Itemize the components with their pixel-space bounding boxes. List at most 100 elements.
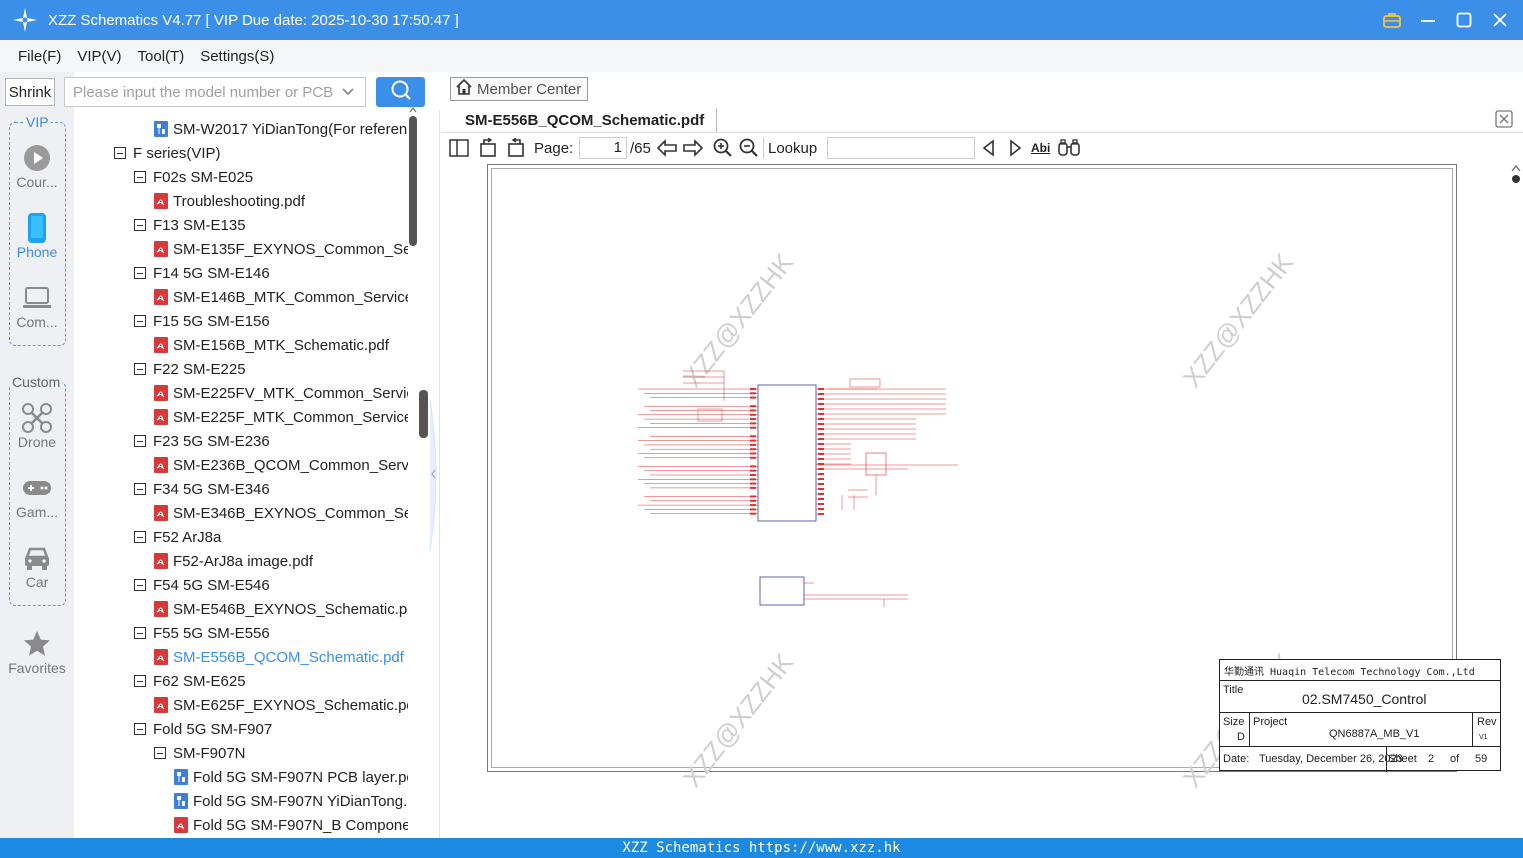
collapse-icon	[134, 675, 146, 687]
zoom-out-icon[interactable]	[739, 138, 759, 158]
sidebar-item-game[interactable]: Gam...	[0, 472, 74, 520]
tree-file[interactable]: SM-E135F_EXYNOS_Common_Serv	[154, 237, 408, 261]
tree-file[interactable]: SM-E346B_EXYNOS_Common_Serv	[154, 501, 408, 525]
viewer-scrollbar[interactable]	[1509, 162, 1523, 838]
tree-file[interactable]: SM-E546B_EXYNOS_Schematic.pdf	[154, 597, 408, 621]
tree-file[interactable]: Fold 5G SM-F907N PCB layer.pc	[174, 765, 408, 789]
tree-file[interactable]: Fold 5G SM-F907N YiDianTong.	[174, 789, 407, 813]
sidebar-item-car[interactable]: Car	[0, 542, 74, 590]
pdf-file-icon	[154, 601, 168, 617]
minimize-icon[interactable]	[1417, 9, 1439, 31]
tree-file[interactable]: SM-W2017 YiDianTong(For referen	[154, 117, 407, 141]
rev-label: Rev	[1477, 716, 1497, 728]
tree-scroll-thumb[interactable]	[409, 116, 417, 246]
tree-folder[interactable]: F52 ArJ8a	[134, 525, 221, 549]
tree-folder[interactable]: F55 5G SM-E556	[134, 621, 270, 645]
member-center-button[interactable]: Member Center	[450, 77, 588, 101]
find-previous-icon[interactable]	[981, 138, 997, 158]
tree-file[interactable]: SM-E225FV_MTK_Common_Service	[154, 381, 408, 405]
pdf-file-icon	[154, 193, 168, 209]
app-logo-icon	[12, 7, 38, 33]
tree-folder[interactable]: F23 5G SM-E236	[134, 429, 270, 453]
tree-file[interactable]: Troubleshooting.pdf	[154, 189, 305, 213]
tree-file[interactable]: SM-E236B_QCOM_Common_Servic	[154, 453, 408, 477]
close-tab-icon[interactable]	[1495, 110, 1513, 128]
previous-page-icon[interactable]	[656, 138, 678, 158]
play-circle-icon	[23, 142, 51, 174]
tree-folder[interactable]: F54 5G SM-E546	[134, 573, 270, 597]
sheet-value: 2	[1428, 753, 1435, 765]
binoculars-icon[interactable]	[1058, 138, 1080, 158]
sidebar-item-drone[interactable]: Drone	[0, 402, 74, 450]
tree-folder[interactable]: F22 SM-E225	[134, 357, 246, 381]
collapse-icon	[134, 267, 146, 279]
tree-item-label: F series(VIP)	[133, 144, 221, 162]
maximize-icon[interactable]	[1453, 9, 1475, 31]
find-next-icon[interactable]	[1007, 138, 1023, 158]
shrink-button[interactable]: Shrink	[5, 78, 55, 106]
vip-briefcase-icon[interactable]	[1381, 9, 1403, 31]
tree-item-label: SM-E135F_EXYNOS_Common_Serv	[173, 240, 408, 258]
tree-folder[interactable]: F34 5G SM-E346	[134, 477, 270, 501]
sidebar-item-favorites[interactable]: Favorites	[0, 628, 74, 676]
tree-file[interactable]: SM-E556B_QCOM_Schematic.pdf	[154, 645, 404, 669]
car-icon	[23, 542, 51, 574]
gamepad-icon	[22, 472, 52, 504]
model-search-input[interactable]: Please input the model number or PCB	[64, 77, 366, 107]
rotate-right-icon[interactable]	[505, 138, 525, 158]
tree-folder[interactable]: F series(VIP)	[114, 141, 221, 165]
collapse-icon	[134, 435, 146, 447]
tree-item-label: F54 5G SM-E546	[153, 576, 270, 594]
tree-file[interactable]: SM-E625F_EXYNOS_Schematic.pdf	[154, 693, 408, 717]
panel-splitter[interactable]	[418, 110, 440, 838]
tree-item-label: F14 5G SM-E146	[153, 264, 270, 282]
collapse-icon	[154, 747, 166, 759]
tree-file[interactable]: SM-E225F_MTK_Common_Service_	[154, 405, 408, 429]
tree-folder[interactable]: F15 5G SM-E156	[134, 309, 270, 333]
sidebar-item-phone[interactable]: Phone	[0, 212, 74, 260]
tree-file[interactable]: F52-ArJ8a image.pdf	[154, 549, 313, 573]
pdf-viewer[interactable]: XZZ@XZZHK XZZ@XZZHK XZZ@XZZHK XZZ@XZZHK …	[441, 162, 1509, 838]
pdf-file-icon	[154, 289, 168, 305]
close-icon[interactable]	[1489, 9, 1511, 31]
search-button[interactable]	[376, 77, 425, 107]
collapse-icon	[134, 219, 146, 231]
menu-file[interactable]: File(F)	[18, 48, 61, 65]
tree-scrollbar[interactable]	[408, 106, 418, 838]
menu-vip[interactable]: VIP(V)	[77, 48, 121, 65]
tree-item-label: SM-E225F_MTK_Common_Service_	[173, 408, 408, 426]
member-center-label: Member Center	[477, 80, 582, 98]
pdf-file-icon	[154, 649, 168, 665]
lookup-input[interactable]	[827, 137, 975, 159]
tree-item-label: SM-E346B_EXYNOS_Common_Serv	[173, 504, 408, 522]
rotate-left-icon[interactable]	[479, 138, 499, 158]
chevron-down-icon[interactable]	[341, 84, 355, 102]
tree-folder[interactable]: F14 5G SM-E146	[134, 261, 270, 285]
zoom-in-icon[interactable]	[713, 138, 733, 158]
sidebar-item-courses[interactable]: Cour...	[0, 142, 74, 190]
sheet-label: Sheet	[1388, 753, 1417, 765]
tree-folder[interactable]: SM-F907N	[154, 741, 246, 765]
tree-folder[interactable]: F13 SM-E135	[134, 213, 246, 237]
tree-folder[interactable]: F02s SM-E025	[134, 165, 253, 189]
tree-file[interactable]: SM-E146B_MTK_Common_Service_	[154, 285, 408, 309]
next-page-icon[interactable]	[682, 138, 704, 158]
tree-file[interactable]: Fold 5G SM-F907N_B Compone	[174, 813, 408, 837]
page-number-input[interactable]: 1	[579, 137, 627, 159]
pdf-file-icon	[154, 457, 168, 473]
sidebar-item-computer[interactable]: Com...	[0, 282, 74, 330]
menu-settings[interactable]: Settings(S)	[200, 48, 274, 65]
tab-document[interactable]: SM-E556B_QCOM_Schematic.pdf	[453, 108, 718, 132]
tree-item-label: SM-F907N	[173, 744, 246, 762]
page-total: /65	[630, 139, 651, 157]
tree-file[interactable]: SM-E156B_MTK_Schematic.pdf	[154, 333, 389, 357]
menu-tool[interactable]: Tool(T)	[138, 48, 185, 65]
title-value: 02.SM7450_Control	[1302, 691, 1427, 707]
pdf-file-icon	[154, 409, 168, 425]
tree-item-label: SM-E225FV_MTK_Common_Service	[173, 384, 408, 402]
tree-folder[interactable]: F62 SM-E625	[134, 669, 246, 693]
sidebar-toggle-icon[interactable]	[449, 138, 469, 158]
match-case-icon[interactable]: Abi	[1031, 138, 1050, 158]
tree-folder[interactable]: Fold 5G SM-F907	[134, 717, 272, 741]
pdf-file-icon	[154, 241, 168, 257]
